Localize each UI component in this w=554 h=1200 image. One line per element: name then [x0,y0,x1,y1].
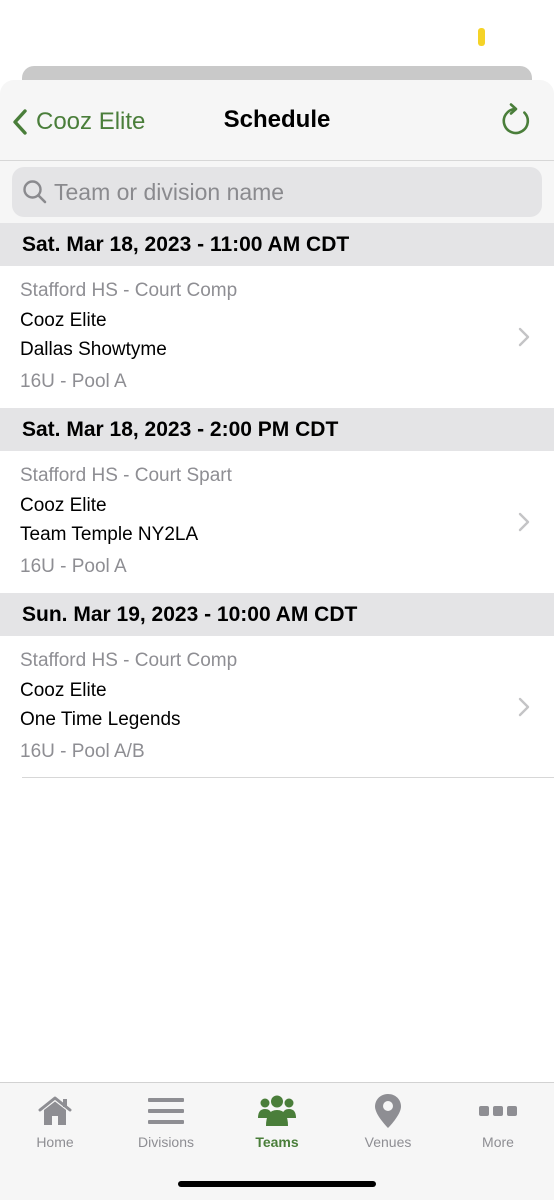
back-label: Cooz Elite [36,108,146,135]
tab-divisions[interactable]: Divisions [111,1083,221,1163]
game-division: 16U - Pool A [20,556,127,577]
game-venue: Stafford HS - Court Spart [20,465,232,486]
tab-label: Divisions [137,1134,194,1150]
refresh-icon [496,103,534,144]
navigation-bar: Cooz Elite Schedule [0,80,554,161]
home-icon [0,1093,110,1129]
more-icon [443,1093,553,1129]
search-field[interactable] [12,167,542,217]
schedule-sheet: Cooz Elite Schedule Sat. Mar 18, 2023 - [0,80,554,1200]
list-divider [22,777,554,778]
back-button[interactable]: Cooz Elite [10,102,145,142]
tab-label: Home [36,1134,74,1150]
tab-label: Venues [364,1134,412,1150]
status-bar [0,0,554,66]
chevron-right-icon [517,696,531,723]
game-team-1: Cooz Elite [20,495,107,516]
game-row[interactable]: Stafford HS - Court Spart Cooz Elite Tea… [0,451,554,593]
tab-home[interactable]: Home [0,1083,110,1163]
home-indicator [178,1181,376,1187]
game-division: 16U - Pool A/B [20,741,145,762]
tab-teams[interactable]: Teams [222,1083,332,1163]
status-indicator [478,28,485,46]
game-team-2: One Time Legends [20,709,181,730]
tab-more[interactable]: More [443,1083,553,1163]
people-icon [222,1093,332,1129]
search-icon [22,179,48,210]
game-venue: Stafford HS - Court Comp [20,280,238,301]
game-row[interactable]: Stafford HS - Court Comp Cooz Elite Dall… [0,266,554,408]
list-icon [111,1093,221,1129]
game-team-1: Cooz Elite [20,680,107,701]
game-row[interactable]: Stafford HS - Court Comp Cooz Elite One … [0,636,554,778]
tab-venues[interactable]: Venues [333,1083,443,1163]
game-venue: Stafford HS - Court Comp [20,650,238,671]
section-header-date: Sat. Mar 18, 2023 - 2:00 PM CDT [0,408,554,451]
tab-label: More [482,1134,514,1150]
game-team-1: Cooz Elite [20,310,107,331]
search-input[interactable] [54,167,534,217]
game-division: 16U - Pool A [20,371,127,392]
tab-label: Teams [255,1134,299,1150]
game-team-2: Dallas Showtyme [20,339,167,360]
section-header-date: Sat. Mar 18, 2023 - 11:00 AM CDT [0,223,554,266]
refresh-button[interactable] [496,102,534,140]
chevron-left-icon [10,107,30,137]
chevron-right-icon [517,511,531,538]
chevron-right-icon [517,326,531,353]
map-pin-icon [333,1093,443,1129]
game-team-2: Team Temple NY2LA [20,524,199,545]
section-header-date: Sun. Mar 19, 2023 - 10:00 AM CDT [0,593,554,636]
search-bar [0,161,554,223]
